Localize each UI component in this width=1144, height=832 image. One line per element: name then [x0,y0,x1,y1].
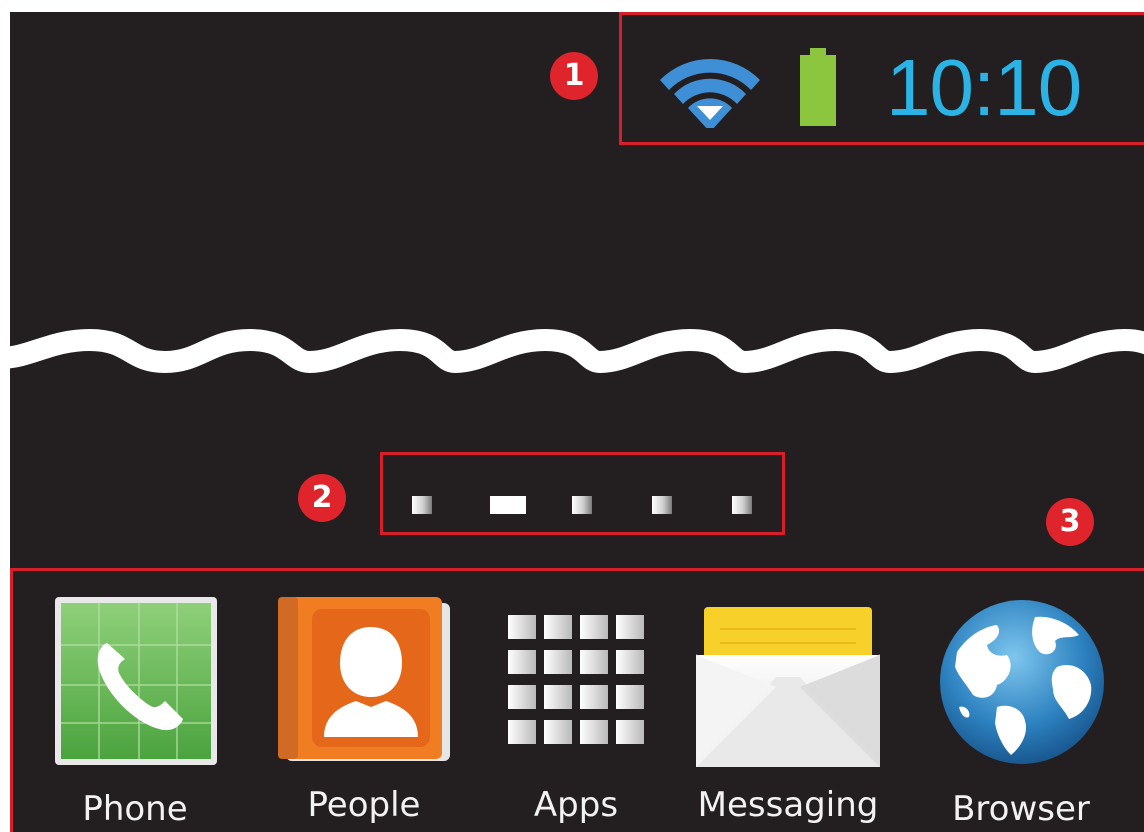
dock-app-label-apps: Apps [533,785,619,825]
dock-app-label-phone: Phone [82,789,188,829]
dock-app-label-browser: Browser [952,789,1090,829]
battery-icon [800,48,836,126]
phone-icon [55,597,217,765]
screen-break-wave [10,328,1144,374]
callout-badge-2: 2 [298,474,346,522]
page-dot-3[interactable] [572,496,592,514]
page-indicator-highlight [380,452,785,535]
home-screen: 1 10:10 2 3 Phone People Apps Messaging … [10,12,1144,832]
page-dot-5[interactable] [732,496,752,514]
people-icon [278,597,450,761]
page-dot-1[interactable] [412,496,432,514]
globe-icon [940,600,1104,764]
callout-badge-1: 1 [550,52,598,100]
wifi-icon [660,58,760,128]
dock-app-label-messaging: Messaging [697,785,879,825]
apps-grid-icon [508,615,644,744]
messaging-icon [696,607,880,767]
dock-app-label-people: People [307,785,421,825]
callout-badge-3: 3 [1046,498,1094,546]
page-dot-2-active[interactable] [490,496,526,514]
page-dot-4[interactable] [652,496,672,514]
status-clock: 10:10 [886,43,1082,132]
